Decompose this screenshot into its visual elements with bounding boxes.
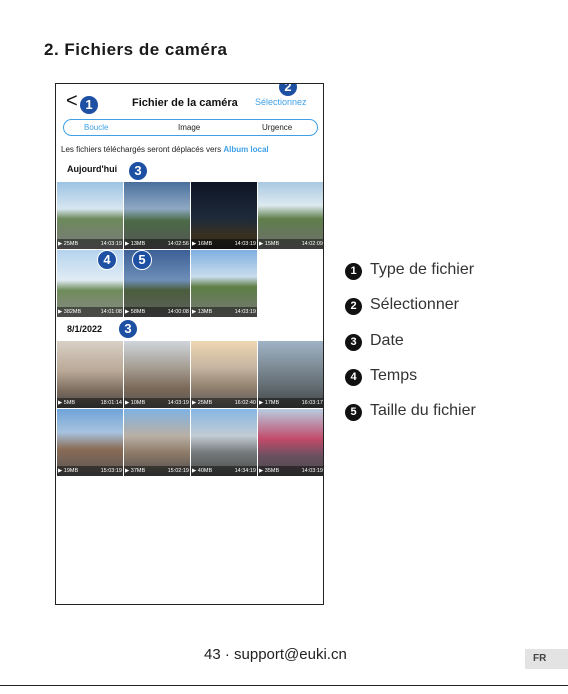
callout-badge-5: 5 (132, 250, 152, 270)
legend-number: 3 (345, 334, 362, 351)
tab-urgence[interactable]: Urgence (262, 123, 292, 132)
video-thumbnail[interactable]: ▶ 17MB 16:03:17 (258, 341, 323, 408)
back-arrow-icon[interactable]: < (66, 91, 78, 111)
tab-boucle[interactable]: Boucle (84, 123, 108, 132)
info-text: Les fichiers téléchargés seront déplacés… (61, 145, 224, 154)
legend-number: 5 (345, 404, 362, 421)
legend-number: 4 (345, 369, 362, 386)
callout-badge-2: 2 (279, 84, 297, 96)
video-thumbnail[interactable]: ▶ 13MB 14:02:56 (124, 182, 190, 249)
legend-label: Taille du fichier (370, 402, 476, 419)
video-thumbnail[interactable]: ▶ 10MB 14:03:19 (124, 341, 190, 408)
legend-label: Temps (370, 367, 418, 384)
callout-badge-3b: 3 (119, 320, 137, 338)
legend-label: Sélectionner (370, 296, 459, 313)
language-tab: FR (525, 649, 568, 669)
legend-label: Type de fichier (370, 261, 475, 278)
callout-badge-4: 4 (97, 250, 117, 270)
phone-screenshot: < 1 Fichier de la caméra 2 Sélectionnez … (55, 83, 324, 605)
video-thumbnail[interactable]: ▶ 16MB 14:03:19 (191, 182, 257, 249)
video-thumbnail[interactable]: ▶ 25MB 14:03:19 (57, 182, 123, 249)
select-button[interactable]: Sélectionnez (255, 97, 307, 107)
video-thumbnail[interactable]: ▶ 37MB 15:02:19 (124, 409, 190, 476)
tab-image[interactable]: Image (178, 123, 200, 132)
video-thumbnail[interactable]: ▶ 40MB 14:34:19 (191, 409, 257, 476)
date-today: Aujourd'hui (67, 164, 118, 174)
bottom-rule (0, 685, 568, 686)
file-type-tabs: Boucle Image Urgence (63, 119, 318, 136)
album-link[interactable]: Album local (223, 145, 268, 154)
app-title: Fichier de la caméra (132, 97, 238, 109)
page-footer: 43 · support@euki.cn (204, 646, 347, 663)
video-thumbnail[interactable]: ▶ 35MB 14:03:19 (258, 409, 323, 476)
legend-label: Date (370, 332, 404, 349)
download-info: Les fichiers téléchargés seront déplacés… (61, 145, 269, 154)
video-thumbnail[interactable]: ▶ 25MB 16:02:40 (191, 341, 257, 408)
callout-badge-3a: 3 (129, 162, 147, 180)
date-2022: 8/1/2022 (67, 324, 103, 334)
callout-badge-1: 1 (80, 96, 98, 114)
page-heading: 2. Fichiers de caméra (44, 40, 228, 59)
video-thumbnail[interactable]: ▶ 19MB 15:03:19 (57, 409, 123, 476)
video-thumbnail[interactable]: ▶ 13MB 14:03:19 (191, 250, 257, 317)
video-thumbnail[interactable]: ▶ 5MB 18:01:14 (57, 341, 123, 408)
video-thumbnail[interactable]: ▶ 15MB 14:02:09 (258, 182, 323, 249)
legend-number: 2 (345, 298, 362, 315)
legend-number: 1 (345, 263, 362, 280)
